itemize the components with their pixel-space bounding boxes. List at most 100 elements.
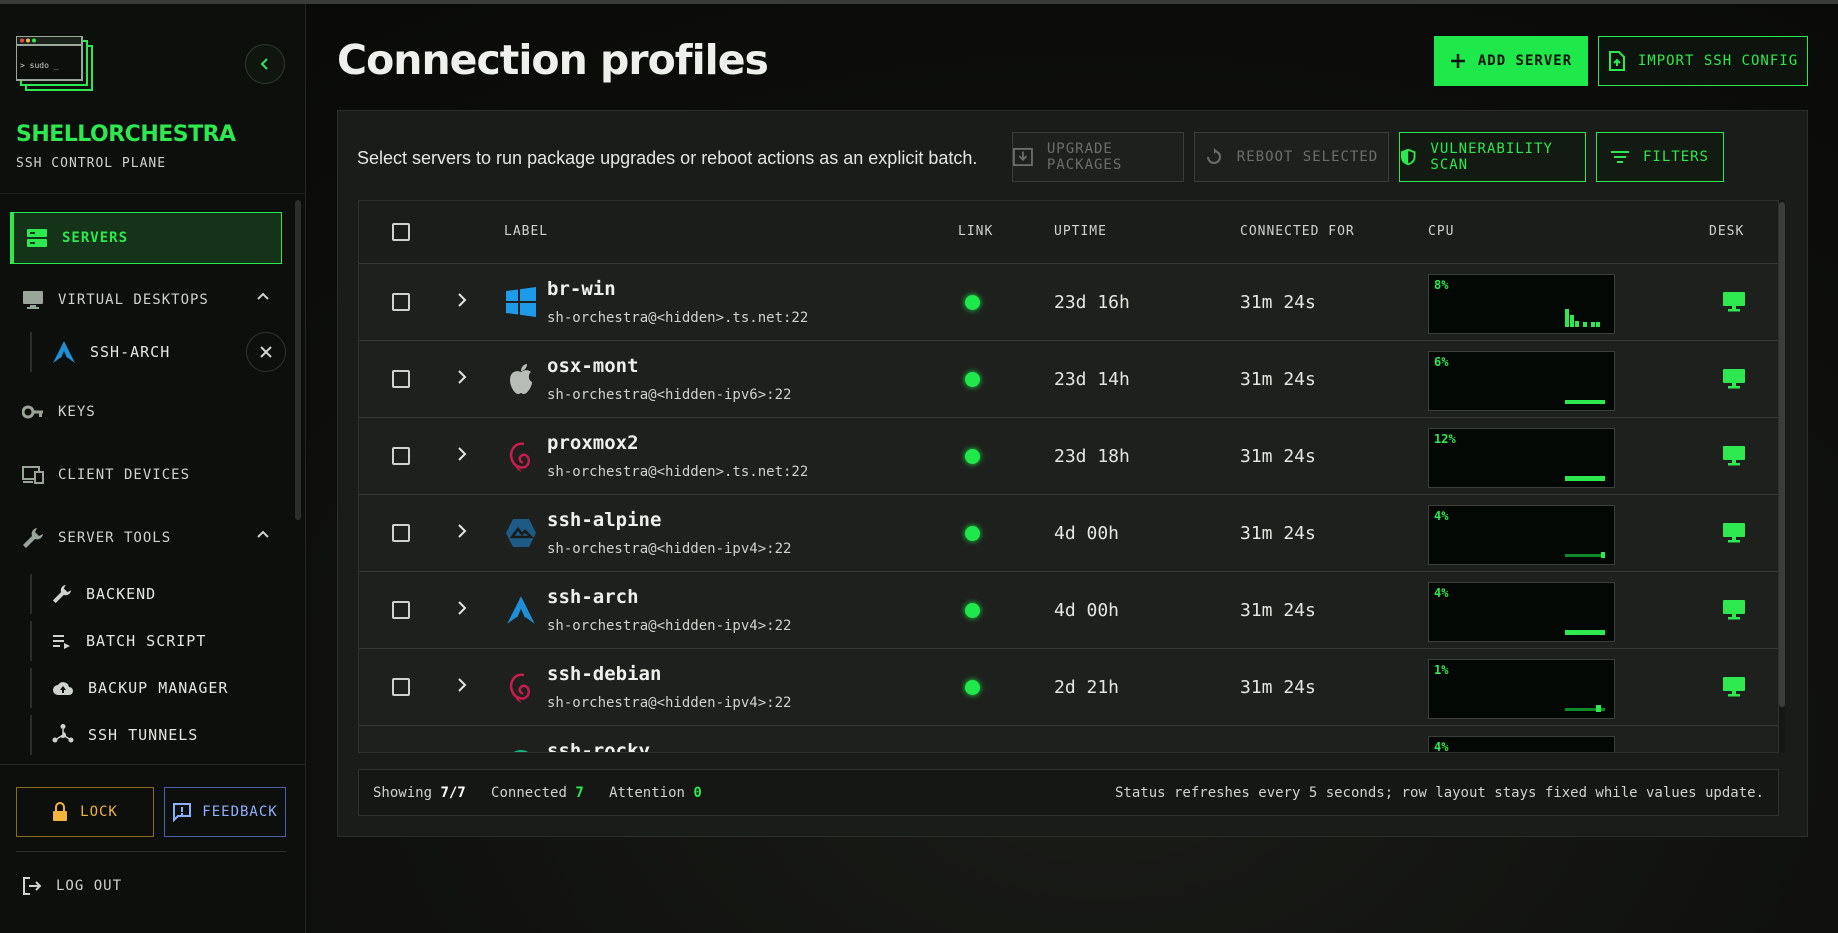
feedback-icon bbox=[173, 803, 192, 822]
filter-icon bbox=[1610, 151, 1629, 163]
desktop-monitor-icon[interactable] bbox=[1723, 369, 1745, 389]
lock-label: LOCK bbox=[80, 804, 118, 820]
arch-linux-icon bbox=[504, 593, 538, 627]
cpu-sparkline bbox=[1565, 630, 1605, 635]
row-checkbox[interactable] bbox=[392, 447, 410, 465]
alpine-icon bbox=[504, 516, 538, 550]
uptime-value: 2d 21h bbox=[1054, 677, 1120, 698]
chevron-right-icon[interactable] bbox=[456, 523, 468, 539]
server-name: ssh-rocky bbox=[547, 740, 650, 753]
sidebar-item-virtual-desktops[interactable]: VIRTUAL DESKTOPS bbox=[10, 274, 282, 326]
server-name: br-win bbox=[547, 278, 616, 300]
sidebar-item-servers[interactable]: SERVERS bbox=[10, 212, 282, 264]
table-row[interactable]: ssh-rocky 4% bbox=[359, 726, 1778, 753]
desktop-monitor-icon[interactable] bbox=[1723, 523, 1745, 543]
sidebar-item-backend[interactable]: BACKEND bbox=[30, 574, 286, 614]
servers-icon bbox=[27, 229, 47, 247]
scrollbar-thumb[interactable] bbox=[1779, 202, 1785, 707]
cloud-upload-icon bbox=[53, 682, 73, 695]
table-scrollbar[interactable] bbox=[1779, 200, 1785, 753]
chevron-up-icon[interactable] bbox=[256, 290, 270, 304]
vulnerability-scan-button[interactable]: VULNERABILITY SCAN bbox=[1399, 132, 1586, 182]
sidebar-item-batch-script[interactable]: BATCH SCRIPT bbox=[30, 621, 286, 661]
lock-icon bbox=[53, 802, 68, 821]
sidebar-scrollbar[interactable] bbox=[295, 200, 301, 520]
column-desk[interactable]: DESK bbox=[1709, 224, 1744, 239]
cpu-graph: 4% bbox=[1428, 505, 1615, 565]
cpu-percent: 4% bbox=[1434, 509, 1449, 523]
row-checkbox[interactable] bbox=[392, 293, 410, 311]
column-link[interactable]: LINK bbox=[958, 224, 993, 239]
desktop-monitor-icon[interactable] bbox=[1723, 446, 1745, 466]
sidebar-item-ssh-tunnels[interactable]: SSH TUNNELS bbox=[30, 715, 286, 755]
feedback-button[interactable]: FEEDBACK bbox=[164, 787, 286, 837]
chevron-right-icon[interactable] bbox=[456, 446, 468, 462]
close-session-button[interactable] bbox=[246, 332, 286, 372]
table-row[interactable]: ssh-arch sh-orchestra@<hidden-ipv4>:22 4… bbox=[359, 572, 1778, 649]
feedback-label: FEEDBACK bbox=[202, 804, 278, 820]
sidebar-item-client-devices[interactable]: CLIENT DEVICES bbox=[10, 449, 282, 501]
filters-button[interactable]: FILTERS bbox=[1596, 132, 1724, 182]
row-checkbox[interactable] bbox=[392, 370, 410, 388]
desktop-monitor-icon[interactable] bbox=[1723, 292, 1745, 312]
table-row[interactable]: osx-mont sh-orchestra@<hidden-ipv6>:22 2… bbox=[359, 341, 1778, 418]
showing-label: Showing bbox=[373, 784, 433, 801]
attention-label: Attention bbox=[609, 784, 685, 801]
column-connected-for[interactable]: CONNECTED FOR bbox=[1240, 224, 1355, 239]
server-name: proxmox2 bbox=[547, 432, 639, 454]
sidebar-item-label: SERVER TOOLS bbox=[58, 530, 172, 546]
import-ssh-config-button[interactable]: IMPORT SSH CONFIG bbox=[1598, 36, 1808, 86]
chevron-up-icon[interactable] bbox=[256, 528, 270, 542]
upgrade-packages-button[interactable]: UPGRADE PACKAGES bbox=[1012, 132, 1184, 182]
showing-value: 7/7 bbox=[440, 784, 466, 801]
panel-description: Select servers to run package upgrades o… bbox=[357, 148, 978, 168]
column-label[interactable]: LABEL bbox=[504, 224, 548, 239]
cpu-sparkline bbox=[1565, 476, 1605, 481]
column-cpu[interactable]: CPU bbox=[1428, 224, 1454, 239]
logout-button[interactable]: LOG OUT bbox=[22, 876, 122, 896]
table-row[interactable]: br-win sh-orchestra@<hidden>.ts.net:22 2… bbox=[359, 264, 1778, 341]
connected-value: 7 bbox=[575, 784, 584, 801]
table-row[interactable]: ssh-alpine sh-orchestra@<hidden-ipv4>:22… bbox=[359, 495, 1778, 572]
sidebar-item-keys[interactable]: KEYS bbox=[10, 386, 282, 438]
table-row[interactable]: proxmox2 sh-orchestra@<hidden>.ts.net:22… bbox=[359, 418, 1778, 495]
vulnerability-scan-label: VULNERABILITY SCAN bbox=[1430, 141, 1553, 173]
desktop-monitor-icon[interactable] bbox=[1723, 677, 1745, 697]
row-checkbox[interactable] bbox=[392, 524, 410, 542]
row-checkbox[interactable] bbox=[392, 678, 410, 696]
desktop-monitor-icon[interactable] bbox=[1723, 600, 1745, 620]
lock-button[interactable]: LOCK bbox=[16, 787, 154, 837]
chevron-right-icon[interactable] bbox=[456, 292, 468, 308]
upgrade-packages-label: UPGRADE PACKAGES bbox=[1046, 141, 1123, 173]
table-row[interactable]: ssh-debian sh-orchestra@<hidden-ipv4>:22… bbox=[359, 649, 1778, 726]
column-uptime[interactable]: UPTIME bbox=[1054, 224, 1107, 239]
select-all-checkbox[interactable] bbox=[392, 223, 410, 241]
server-name: ssh-alpine bbox=[547, 509, 662, 531]
cpu-sparkline bbox=[1565, 309, 1600, 327]
chevron-right-icon[interactable] bbox=[456, 369, 468, 385]
cpu-sparkline bbox=[1565, 705, 1605, 712]
server-host: sh-orchestra@<hidden-ipv4>:22 bbox=[547, 541, 792, 557]
sidebar-item-label: SERVERS bbox=[62, 230, 129, 246]
chevron-right-icon[interactable] bbox=[456, 677, 468, 693]
cpu-percent: 12% bbox=[1434, 432, 1456, 446]
sidebar-item-ssh-arch[interactable]: SSH-ARCH bbox=[30, 332, 286, 372]
logout-icon bbox=[23, 877, 42, 895]
add-server-button[interactable]: ADD SERVER bbox=[1434, 36, 1588, 86]
sidebar-item-backup-manager[interactable]: BACKUP MANAGER bbox=[30, 668, 286, 708]
server-host: sh-orchestra@<hidden-ipv6>:22 bbox=[547, 387, 792, 403]
sidebar-item-server-tools[interactable]: SERVER TOOLS bbox=[10, 512, 282, 564]
reboot-selected-button[interactable]: REBOOT SELECTED bbox=[1194, 132, 1389, 182]
status-note: Status refreshes every 5 seconds; row la… bbox=[1114, 784, 1764, 801]
windows-icon bbox=[504, 285, 538, 319]
chevron-right-icon[interactable] bbox=[456, 600, 468, 616]
table-footer: Showing 7/7 Connected 7 Attention 0 Stat… bbox=[358, 769, 1779, 816]
collapse-sidebar-button[interactable] bbox=[245, 44, 285, 84]
cpu-percent: 4% bbox=[1434, 586, 1449, 600]
debian-icon bbox=[504, 670, 538, 704]
uptime-value: 23d 16h bbox=[1054, 292, 1130, 313]
connected-for-value: 31m 24s bbox=[1240, 369, 1316, 390]
row-checkbox[interactable] bbox=[392, 601, 410, 619]
devices-icon bbox=[22, 466, 44, 484]
cpu-graph: 4% bbox=[1428, 736, 1615, 752]
